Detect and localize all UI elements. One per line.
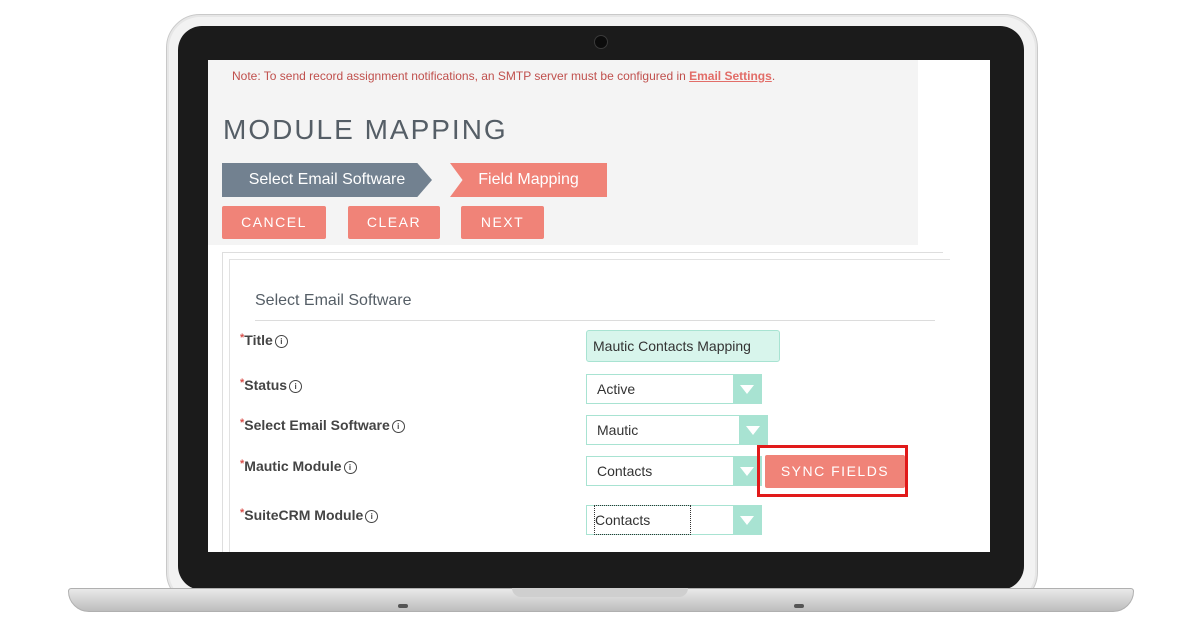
notice-suffix: . — [771, 69, 776, 83]
status-select-value: Active — [597, 381, 636, 397]
step-field-mapping[interactable]: Field Mapping — [450, 163, 607, 197]
laptop-notch — [512, 588, 688, 597]
status-label-text: Status — [244, 377, 288, 393]
suitecrm-module-select[interactable]: Contacts — [586, 505, 762, 535]
info-icon[interactable]: i — [365, 509, 379, 523]
info-icon[interactable]: i — [274, 334, 288, 348]
notice-text: Note: To send record assignment notifica… — [232, 69, 690, 83]
highlight-box — [757, 445, 908, 497]
mautic-module-select-value: Contacts — [597, 463, 653, 479]
info-icon[interactable]: i — [289, 379, 303, 393]
suitecrm-module-select-value: Contacts — [593, 505, 692, 535]
info-icon[interactable]: i — [391, 419, 405, 433]
email-software-label: *Select Email Software i — [240, 417, 405, 433]
title-label: *Title i — [240, 332, 288, 348]
chevron-down-icon[interactable] — [733, 506, 761, 534]
mautic-module-label-text: Mautic Module — [244, 458, 342, 474]
email-settings-link[interactable]: Email Settings — [689, 69, 772, 83]
step-select-email-software[interactable]: Select Email Software — [222, 163, 432, 197]
mautic-module-label: *Mautic Module i — [240, 458, 357, 474]
suitecrm-module-label: *SuiteCRM Module i — [240, 507, 379, 523]
screen: Note: To send record assignment notifica… — [208, 60, 990, 552]
page-title: MODULE MAPPING — [223, 114, 508, 145]
next-button[interactable]: NEXT — [461, 206, 544, 239]
camera-icon — [594, 35, 608, 49]
section-divider — [255, 320, 935, 321]
email-software-select-value: Mautic — [597, 422, 639, 438]
cancel-button[interactable]: CANCEL — [222, 206, 326, 239]
title-input[interactable] — [586, 330, 780, 362]
chevron-down-icon[interactable] — [739, 416, 767, 444]
laptop-foot-right — [794, 604, 804, 608]
mautic-module-select[interactable]: Contacts — [586, 456, 762, 486]
email-software-label-text: Select Email Software — [244, 417, 390, 433]
chevron-down-icon[interactable] — [733, 375, 761, 403]
clear-button[interactable]: CLEAR — [348, 206, 440, 239]
section-title: Select Email Software — [255, 292, 412, 309]
title-label-text: Title — [244, 332, 273, 348]
status-label: *Status i — [240, 377, 303, 393]
email-software-select[interactable]: Mautic — [586, 415, 768, 445]
suitecrm-module-label-text: SuiteCRM Module — [244, 507, 364, 523]
header-panel: Note: To send record assignment notifica… — [208, 60, 918, 245]
smtp-notice: Note: To send record assignment notifica… — [232, 69, 775, 83]
status-select[interactable]: Active — [586, 374, 762, 404]
laptop-foot-left — [398, 604, 408, 608]
info-icon[interactable]: i — [343, 460, 357, 474]
